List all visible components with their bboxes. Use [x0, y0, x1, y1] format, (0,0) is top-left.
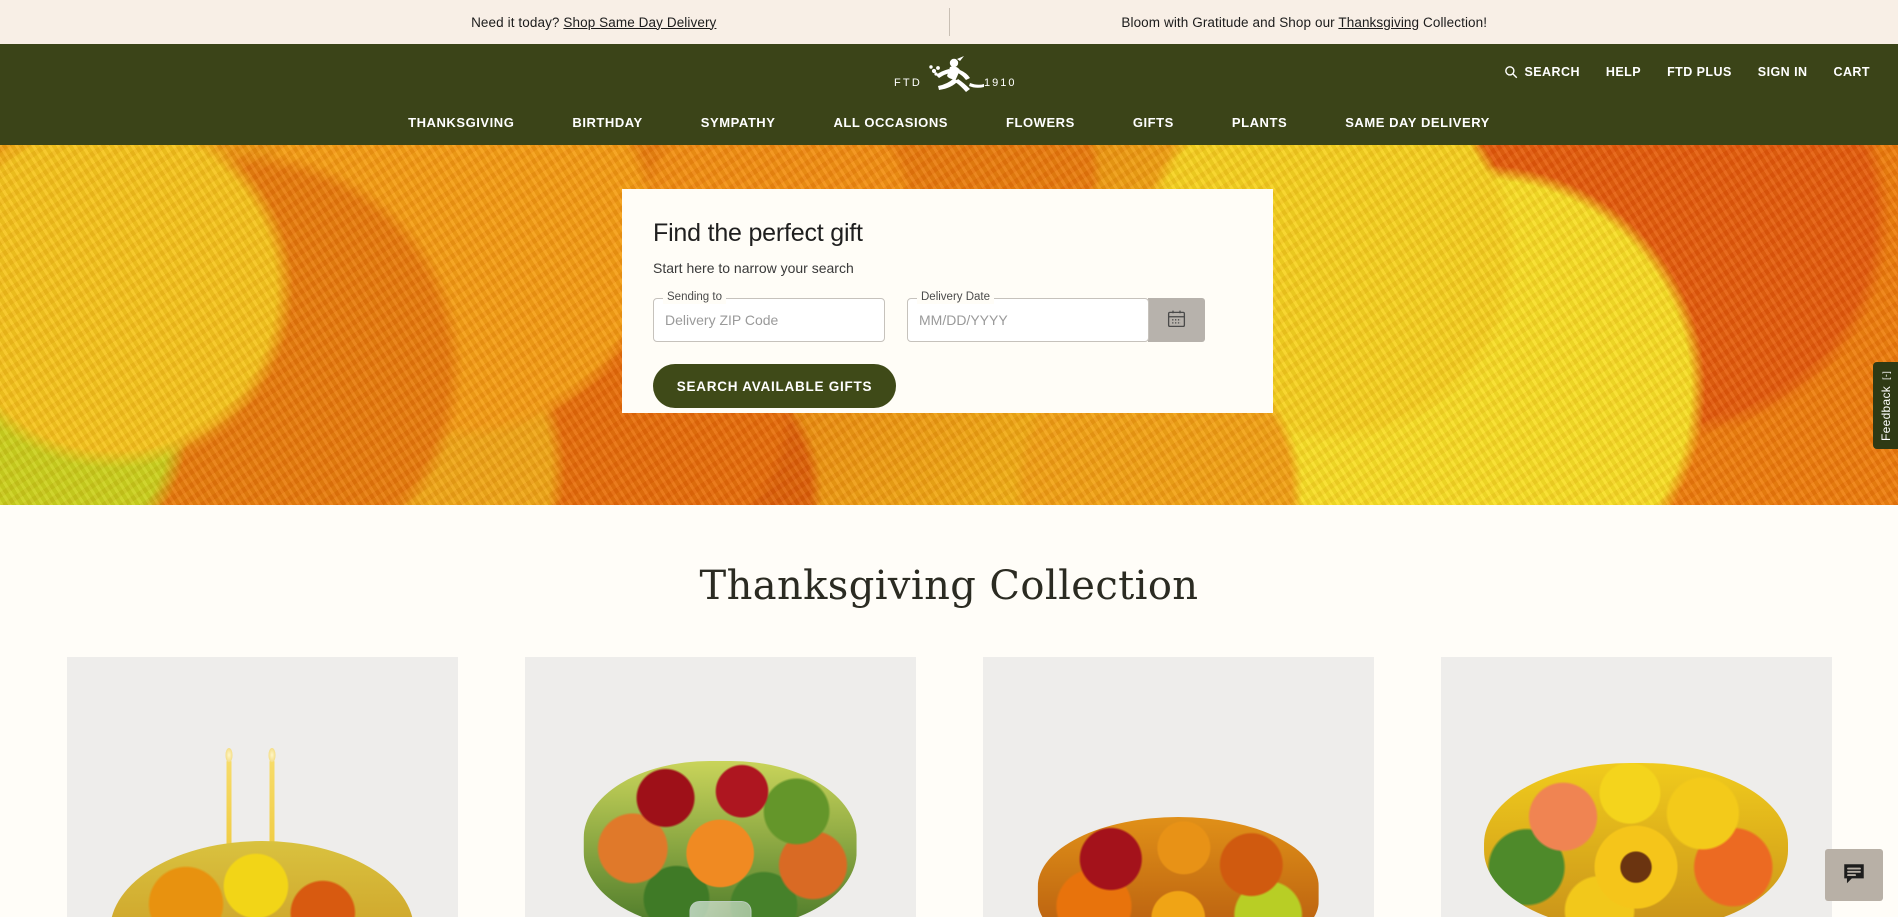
chat-bubble-icon [1841, 861, 1867, 890]
product-card-3[interactable] [982, 657, 1374, 917]
utility-nav: SEARCH HELP FTD PLUS SIGN IN CART [1504, 44, 1870, 100]
feedback-label-text: Feedback [1878, 385, 1893, 441]
nav-item-flowers[interactable]: FLOWERS [977, 115, 1104, 130]
calendar-picker-button[interactable] [1148, 298, 1205, 342]
announcement-left: Need it today? Shop Same Day Delivery [239, 15, 949, 30]
product-card-2[interactable] [524, 657, 916, 917]
utility-item-sign-in[interactable]: SIGN IN [1758, 65, 1808, 79]
product-image-4 [1440, 657, 1832, 917]
gift-finder-subtitle: Start here to narrow your search [653, 260, 854, 276]
announcement-right: Bloom with Gratitude and Shop our Thanks… [950, 15, 1660, 30]
nav-item-all-occasions[interactable]: ALL OCCASIONS [804, 115, 977, 130]
thanksgiving-collection-section: Thanksgiving Collection [0, 505, 1898, 917]
logo-brand-text: FTD [894, 77, 922, 89]
utility-item-cart[interactable]: CART [1833, 65, 1870, 79]
product-image-2 [524, 657, 916, 917]
gift-finder-fields: Sending to Delivery Date [653, 291, 1242, 342]
nav-item-thanksgiving[interactable]: THANKSGIVING [379, 115, 543, 130]
nav-item-same-day-delivery[interactable]: SAME DAY DELIVERY [1316, 115, 1519, 130]
product-card-1[interactable] [66, 657, 458, 917]
announcement-right-suffix: Collection! [1419, 14, 1488, 30]
main-nav: THANKSGIVING BIRTHDAY SYMPATHY ALL OCCAS… [0, 100, 1898, 145]
search-icon [1504, 65, 1518, 79]
thanksgiving-collection-link[interactable]: Thanksgiving [1338, 15, 1419, 30]
utility-item-ftd-plus[interactable]: FTD PLUS [1667, 65, 1732, 79]
search-available-gifts-button[interactable]: SEARCH AVAILABLE GIFTS [653, 364, 896, 408]
date-field-group: Delivery Date [907, 291, 1205, 342]
product-image-3 [982, 657, 1374, 917]
zip-input[interactable] [653, 298, 885, 342]
nav-item-birthday[interactable]: BIRTHDAY [543, 115, 671, 130]
date-input[interactable] [907, 298, 1149, 342]
utility-item-help[interactable]: HELP [1606, 65, 1641, 79]
feedback-tab[interactable]: Feedback [-] [1873, 362, 1898, 449]
utility-label-search: SEARCH [1524, 65, 1580, 79]
hero-banner: Find the perfect gift Start here to narr… [0, 145, 1898, 505]
logo-year-text: 1910 [984, 77, 1014, 89]
zip-field-group: Sending to [653, 291, 885, 342]
gift-finder-card: Find the perfect gift Start here to narr… [622, 189, 1273, 413]
utility-item-search[interactable]: SEARCH [1504, 65, 1579, 79]
announcement-left-text: Need it today? [471, 14, 564, 30]
collection-title: Thanksgiving Collection [699, 563, 1199, 609]
nav-item-sympathy[interactable]: SYMPATHY [672, 115, 805, 130]
ftd-logo[interactable]: FTD 1910 [884, 52, 1014, 94]
date-field-wrapper: Delivery Date [907, 291, 1149, 342]
feedback-collapse-icon: [-] [1880, 370, 1891, 380]
announcement-bar: Need it today? Shop Same Day Delivery Bl… [0, 0, 1898, 44]
chat-launcher-button[interactable] [1825, 849, 1883, 901]
product-grid [66, 657, 1832, 917]
gift-finder-title: Find the perfect gift [653, 219, 863, 247]
calendar-icon [1166, 308, 1187, 332]
site-header: FTD 1910 SEARCH HELP FTD PLUS SIGN IN CA… [0, 44, 1898, 145]
nav-item-gifts[interactable]: GIFTS [1104, 115, 1203, 130]
same-day-delivery-link[interactable]: Shop Same Day Delivery [563, 15, 716, 30]
product-image-1 [66, 657, 458, 917]
product-card-4[interactable] [1440, 657, 1832, 917]
announcement-right-text: Bloom with Gratitude and Shop our [1121, 14, 1339, 30]
nav-item-plants[interactable]: PLANTS [1203, 115, 1316, 130]
